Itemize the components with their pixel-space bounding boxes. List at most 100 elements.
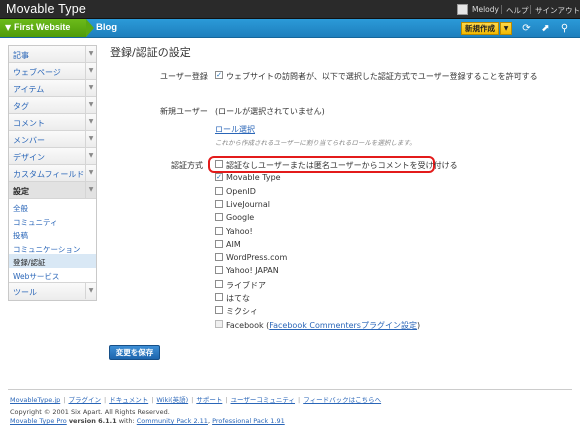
sidebar-item-webpages[interactable]: ウェブページ ▼ <box>9 63 96 80</box>
caret-down-icon[interactable]: ▼ <box>85 165 96 181</box>
caret-down-icon[interactable]: ▼ <box>85 80 96 96</box>
new-user-label: 新規ユーザー <box>160 107 208 116</box>
copyright: Copyright © 2001 Six Apart. All Rights R… <box>10 408 170 416</box>
sidebar-item-assets[interactable]: アイテム ▼ <box>9 80 96 97</box>
auth-option-label: LiveJournal <box>226 199 271 209</box>
submenu-item-general[interactable]: 全般 <box>9 200 96 214</box>
caret-down-icon[interactable]: ▼ <box>85 283 96 299</box>
refresh-icon[interactable]: ⟳ <box>521 23 532 34</box>
user-avatar-icon[interactable] <box>457 4 468 15</box>
app-title[interactable]: Movable Type <box>6 2 86 16</box>
help-link[interactable]: ヘルプ <box>506 5 529 16</box>
caret-down-icon[interactable]: ▼ <box>85 148 96 164</box>
footer-separator: | <box>191 396 194 404</box>
footer-link[interactable]: サポート <box>196 396 222 404</box>
auth-option-checkbox[interactable] <box>215 253 223 262</box>
site-bar: ▼ First Website Blog 新規作成 ▼ ⟳ ⬈ ⚲ <box>0 19 580 38</box>
auth-option-checkbox[interactable] <box>215 186 223 195</box>
submenu-item-communication[interactable]: コミュニケーション <box>9 240 96 254</box>
caret-down-icon: ▼ <box>5 23 12 32</box>
caret-down-icon[interactable]: ▼ <box>85 182 96 198</box>
caret-down-icon[interactable]: ▼ <box>85 46 96 62</box>
submenu-label: コミュニティ <box>13 217 58 227</box>
sidebar-item-label: アイテム <box>13 85 45 94</box>
website-tab[interactable]: ▼ First Website <box>0 19 94 37</box>
caret-down-icon[interactable]: ▼ <box>85 97 96 113</box>
signout-link[interactable]: サインアウト <box>535 5 580 16</box>
sidebar-item-entries[interactable]: 記事 ▼ <box>9 46 96 63</box>
user-registration-label: ユーザー登録 <box>160 72 208 81</box>
footer-links: MovableType.jp | プラグイン | ドキュメント | Wiki(英語) | サポー… <box>10 394 381 404</box>
sidebar-item-settings[interactable]: 設定 ▼ <box>9 182 96 199</box>
auth-option-checkbox[interactable] <box>215 239 223 248</box>
submenu-label: コミュニケーション <box>13 244 81 254</box>
product-link[interactable]: Movable Type Pro <box>10 417 67 425</box>
new-create-dropdown-icon[interactable]: ▼ <box>500 22 512 35</box>
sidebar-item-label: 設定 <box>13 187 29 196</box>
professional-pack-link[interactable]: Professional Pack 1.91 <box>212 417 285 425</box>
sidebar-item-label: デザイン <box>13 153 45 162</box>
sidebar-item-members[interactable]: メンバー ▼ <box>9 131 96 148</box>
footer-separator: | <box>63 396 66 404</box>
submenu-item-web-services[interactable]: Webサービス <box>9 267 96 281</box>
sidebar-item-label: カスタムフィールド <box>13 170 85 179</box>
auth-option-checkbox[interactable] <box>215 213 223 222</box>
search-icon[interactable]: ⚲ <box>559 23 570 34</box>
with-text: with: <box>118 417 135 425</box>
sidebar-item-comments[interactable]: コメント ▼ <box>9 114 96 131</box>
settings-submenu: 全般 コミュニティ 投稿 コミュニケーション 登録/認証 Webサービス <box>9 199 96 283</box>
facebook-option: Facebook (Facebook Commentersプラグイン設定) <box>226 320 420 331</box>
sidebar-item-label: 記事 <box>13 51 29 60</box>
submenu-label: 登録/認証 <box>13 258 46 267</box>
submenu-item-feedback[interactable]: 投稿 <box>9 227 96 241</box>
footer-link[interactable]: MovableType.jp <box>10 396 60 404</box>
auth-option-label: Movable Type <box>226 173 281 183</box>
auth-option-checkbox[interactable] <box>215 279 223 288</box>
sidebar-item-custom-fields[interactable]: カスタムフィールド ▼ <box>9 165 96 182</box>
footer-link[interactable]: プラグイン <box>68 396 101 404</box>
auth-option-label: AIM <box>226 239 241 249</box>
auth-option-checkbox[interactable] <box>215 293 223 301</box>
footer-link[interactable]: フィードバックはこちらへ <box>303 396 381 404</box>
sidebar-item-label: ウェブページ <box>13 68 61 77</box>
footer-link[interactable]: ドキュメント <box>109 396 148 404</box>
new-create-button[interactable]: 新規作成 <box>461 22 499 35</box>
facebook-close-paren: ) <box>416 321 421 330</box>
user-registration-checkbox[interactable]: ✓ <box>215 71 223 79</box>
facebook-label: Facebook ( <box>226 321 270 330</box>
auth-option-label: ライブドア <box>226 280 266 290</box>
caret-down-icon[interactable]: ▼ <box>85 114 96 130</box>
footer-link[interactable]: ユーザーコミュニティ <box>231 396 295 404</box>
submenu-label: Webサービス <box>13 271 60 281</box>
top-header: Movable Type Melody ヘルプ サインアウト <box>0 0 580 19</box>
sidebar-item-tools[interactable]: ツール ▼ <box>9 283 96 300</box>
auth-option-label: はてな <box>226 294 250 303</box>
blog-name[interactable]: Blog <box>96 22 117 33</box>
role-select-link[interactable]: ロール選択 <box>215 124 255 135</box>
save-changes-button[interactable]: 変更を保存 <box>109 345 160 360</box>
auth-option-checkbox[interactable] <box>215 266 223 275</box>
auth-methods-label: 認証方式 <box>171 161 203 170</box>
sidebar-item-tags[interactable]: タグ ▼ <box>9 97 96 114</box>
auth-option-checkbox[interactable] <box>215 306 223 315</box>
sidebar-item-design[interactable]: デザイン ▼ <box>9 148 96 165</box>
auth-option-checkbox[interactable] <box>215 226 223 235</box>
sidebar-item-label: メンバー <box>13 136 45 145</box>
footer-separator: | <box>103 396 107 404</box>
footer-link[interactable]: Wiki(英語) <box>156 396 188 404</box>
auth-option-checkbox[interactable] <box>215 160 223 168</box>
caret-down-icon[interactable]: ▼ <box>85 63 96 79</box>
facebook-plugin-link[interactable]: Facebook Commentersプラグイン設定 <box>269 321 417 330</box>
submenu-item-community[interactable]: コミュニティ <box>9 213 96 227</box>
submenu-item-registration[interactable]: 登録/認証 <box>9 254 96 268</box>
auth-option-label: Yahoo! <box>226 226 253 236</box>
facebook-checkbox[interactable] <box>215 320 223 328</box>
footer-separator: | <box>151 396 154 404</box>
sidebar: 記事 ▼ ウェブページ ▼ アイテム ▼ タグ ▼ コメント ▼ メンバー ▼ デザイン ▼ … <box>8 45 97 301</box>
community-pack-link[interactable]: Community Pack 2.11 <box>137 417 208 425</box>
user-name[interactable]: Melody <box>472 5 499 14</box>
auth-option-checkbox[interactable] <box>215 199 223 208</box>
auth-option-checkbox[interactable]: ✓ <box>215 173 223 182</box>
view-site-icon[interactable]: ⬈ <box>540 23 551 34</box>
caret-down-icon[interactable]: ▼ <box>85 131 96 147</box>
